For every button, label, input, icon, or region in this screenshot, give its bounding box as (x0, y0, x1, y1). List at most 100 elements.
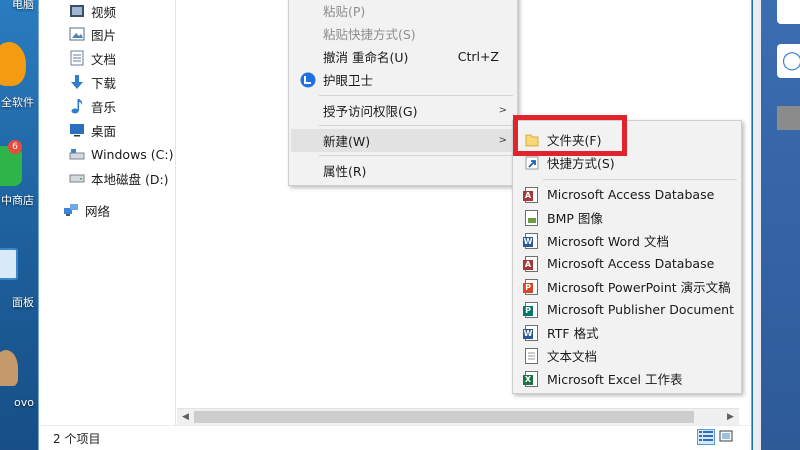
menu-item-label: Microsoft Excel 工作表 (547, 372, 683, 387)
nav-item-desktop[interactable]: 桌面 (69, 119, 116, 141)
new-submenu: 文件夹(F) 快捷方式(S) A Microsoft Access Databa… (512, 120, 742, 394)
access-icon: A (523, 186, 540, 203)
submenu-item-access-database-2[interactable]: A Microsoft Access Database (515, 252, 739, 275)
menu-item-label: 文本文档 (547, 349, 598, 364)
menu-item-label: Microsoft Access Database (547, 187, 715, 202)
music-icon (69, 98, 85, 114)
status-bar: 2 个项目 (39, 425, 751, 450)
menu-item-grant-access[interactable]: 授予访问权限(G) > (291, 99, 515, 122)
submenu-item-text-document[interactable]: 文本文档 (515, 344, 739, 367)
menu-item-undo-rename[interactable]: 撤消 重命名(U) Ctrl+Z (291, 45, 515, 68)
submenu-item-publisher[interactable]: P Microsoft Publisher Document (515, 298, 739, 321)
desktop-icon-label[interactable]: 中商店 (0, 192, 40, 208)
nav-item-label: 下载 (91, 75, 117, 91)
user-avatar-icon[interactable] (0, 350, 18, 386)
background-app-image (777, 106, 800, 130)
nav-item-drive-d[interactable]: 本地磁盘 (D:) (69, 167, 169, 189)
horizontal-scrollbar[interactable]: ◀ ▶ (177, 408, 739, 425)
background-app-window: ◯ (753, 0, 800, 450)
submenu-item-access-database[interactable]: A Microsoft Access Database (515, 183, 739, 206)
video-icon (69, 3, 85, 19)
desktop-icon-label[interactable]: ovo (0, 396, 40, 409)
text-document-icon (523, 347, 540, 364)
pictures-icon (69, 26, 85, 42)
menu-item-new[interactable]: 新建(W) > (291, 129, 515, 152)
menu-separator (319, 125, 513, 126)
desktop-icon-label[interactable]: 全软件 (0, 94, 40, 110)
menu-item-eye-guard[interactable]: 护眼卫士 (291, 68, 515, 91)
navigation-pane: 视频 图片 文档 下载 音乐 桌面 Windows (C:) 本地磁盘 (D:)… (39, 0, 176, 425)
submenu-item-excel[interactable]: X Microsoft Excel 工作表 (515, 367, 739, 390)
nav-item-network[interactable]: 网络 (63, 199, 110, 221)
menu-separator (319, 95, 513, 96)
submenu-item-word-document[interactable]: W Microsoft Word 文档 (515, 229, 739, 252)
desktop-icon-label[interactable]: 电脑 (0, 0, 40, 12)
menu-item-label: 新建(W) (323, 134, 371, 149)
nav-item-label: 文档 (91, 51, 117, 67)
background-app-avatar (777, 0, 800, 24)
control-panel-icon[interactable] (0, 248, 18, 280)
menu-item-label: Microsoft PowerPoint 演示文稿 (547, 280, 731, 295)
details-view-icon (699, 430, 713, 444)
excel-icon: X (523, 370, 540, 387)
context-menu: 粘贴(P) 粘贴快捷方式(S) 撤消 重命名(U) Ctrl+Z 护眼卫士 授予… (288, 0, 518, 186)
large-icons-view-icon (719, 430, 733, 445)
menu-item-label: 粘贴快捷方式(S) (323, 27, 416, 42)
menu-item-label: 护眼卫士 (323, 73, 374, 88)
nav-item-documents[interactable]: 文档 (69, 47, 116, 69)
eye-guard-icon (299, 71, 316, 88)
menu-item-paste[interactable]: 粘贴(P) (291, 0, 515, 22)
nav-item-label: 网络 (85, 203, 111, 219)
desktop-strip: 电脑 全软件 6 中商店 面板 ovo (0, 0, 40, 450)
nav-item-label: Windows (C:) (91, 146, 174, 162)
powerpoint-icon: P (523, 278, 540, 295)
scroll-right-icon[interactable]: ▶ (722, 409, 739, 425)
nav-item-music[interactable]: 音乐 (69, 95, 116, 117)
nav-item-label: 本地磁盘 (D:) (91, 171, 169, 187)
drive-d-icon (69, 170, 85, 186)
menu-separator (543, 179, 737, 180)
nav-item-videos[interactable]: 视频 (69, 0, 116, 22)
bmp-icon (523, 209, 540, 226)
menu-item-label: 粘贴(P) (323, 4, 366, 19)
nav-item-drive-c[interactable]: Windows (C:) (69, 143, 173, 165)
menu-item-shortcut: Ctrl+Z (457, 49, 499, 64)
menu-item-paste-shortcut[interactable]: 粘贴快捷方式(S) (291, 22, 515, 45)
desktop-icon-label[interactable]: 面板 (0, 294, 40, 310)
menu-separator (319, 155, 513, 156)
menu-item-label: BMP 图像 (547, 211, 603, 226)
network-icon (63, 202, 79, 218)
word-icon: W (523, 232, 540, 249)
menu-item-label: 属性(R) (323, 164, 367, 179)
large-icons-view-button[interactable] (717, 429, 735, 445)
menu-item-label: Microsoft Word 文档 (547, 234, 669, 249)
download-icon (69, 74, 85, 90)
submenu-item-powerpoint[interactable]: P Microsoft PowerPoint 演示文稿 (515, 275, 739, 298)
menu-item-properties[interactable]: 属性(R) (291, 159, 515, 182)
scroll-left-icon[interactable]: ◀ (177, 409, 194, 425)
nav-item-label: 桌面 (91, 123, 117, 139)
submenu-arrow-icon: > (498, 105, 507, 116)
scrollbar-thumb[interactable] (194, 411, 694, 423)
documents-icon (69, 50, 85, 66)
submenu-arrow-icon: > (498, 135, 507, 146)
desktop-icon (69, 122, 85, 138)
menu-item-label: RTF 格式 (547, 326, 599, 341)
drive-c-icon (69, 146, 85, 162)
notification-badge: 6 (8, 140, 22, 154)
item-count: 2 个项目 (53, 431, 101, 446)
rtf-icon: W (523, 324, 540, 341)
submenu-item-bmp-image[interactable]: BMP 图像 (515, 206, 739, 229)
nav-item-pictures[interactable]: 图片 (69, 23, 116, 45)
chat-bubble-icon: ◯ (782, 50, 800, 71)
nav-item-label: 视频 (91, 4, 117, 20)
access-icon: A (523, 255, 540, 272)
details-view-button[interactable] (697, 429, 715, 445)
menu-item-label: Microsoft Publisher Document (547, 302, 734, 317)
nav-item-downloads[interactable]: 下载 (69, 71, 116, 93)
menu-item-label: Microsoft Access Database (547, 256, 715, 271)
menu-item-label: 授予访问权限(G) (323, 104, 418, 119)
nav-item-label: 图片 (91, 27, 117, 43)
submenu-item-rtf[interactable]: W RTF 格式 (515, 321, 739, 344)
software-manager-icon[interactable] (0, 42, 26, 86)
